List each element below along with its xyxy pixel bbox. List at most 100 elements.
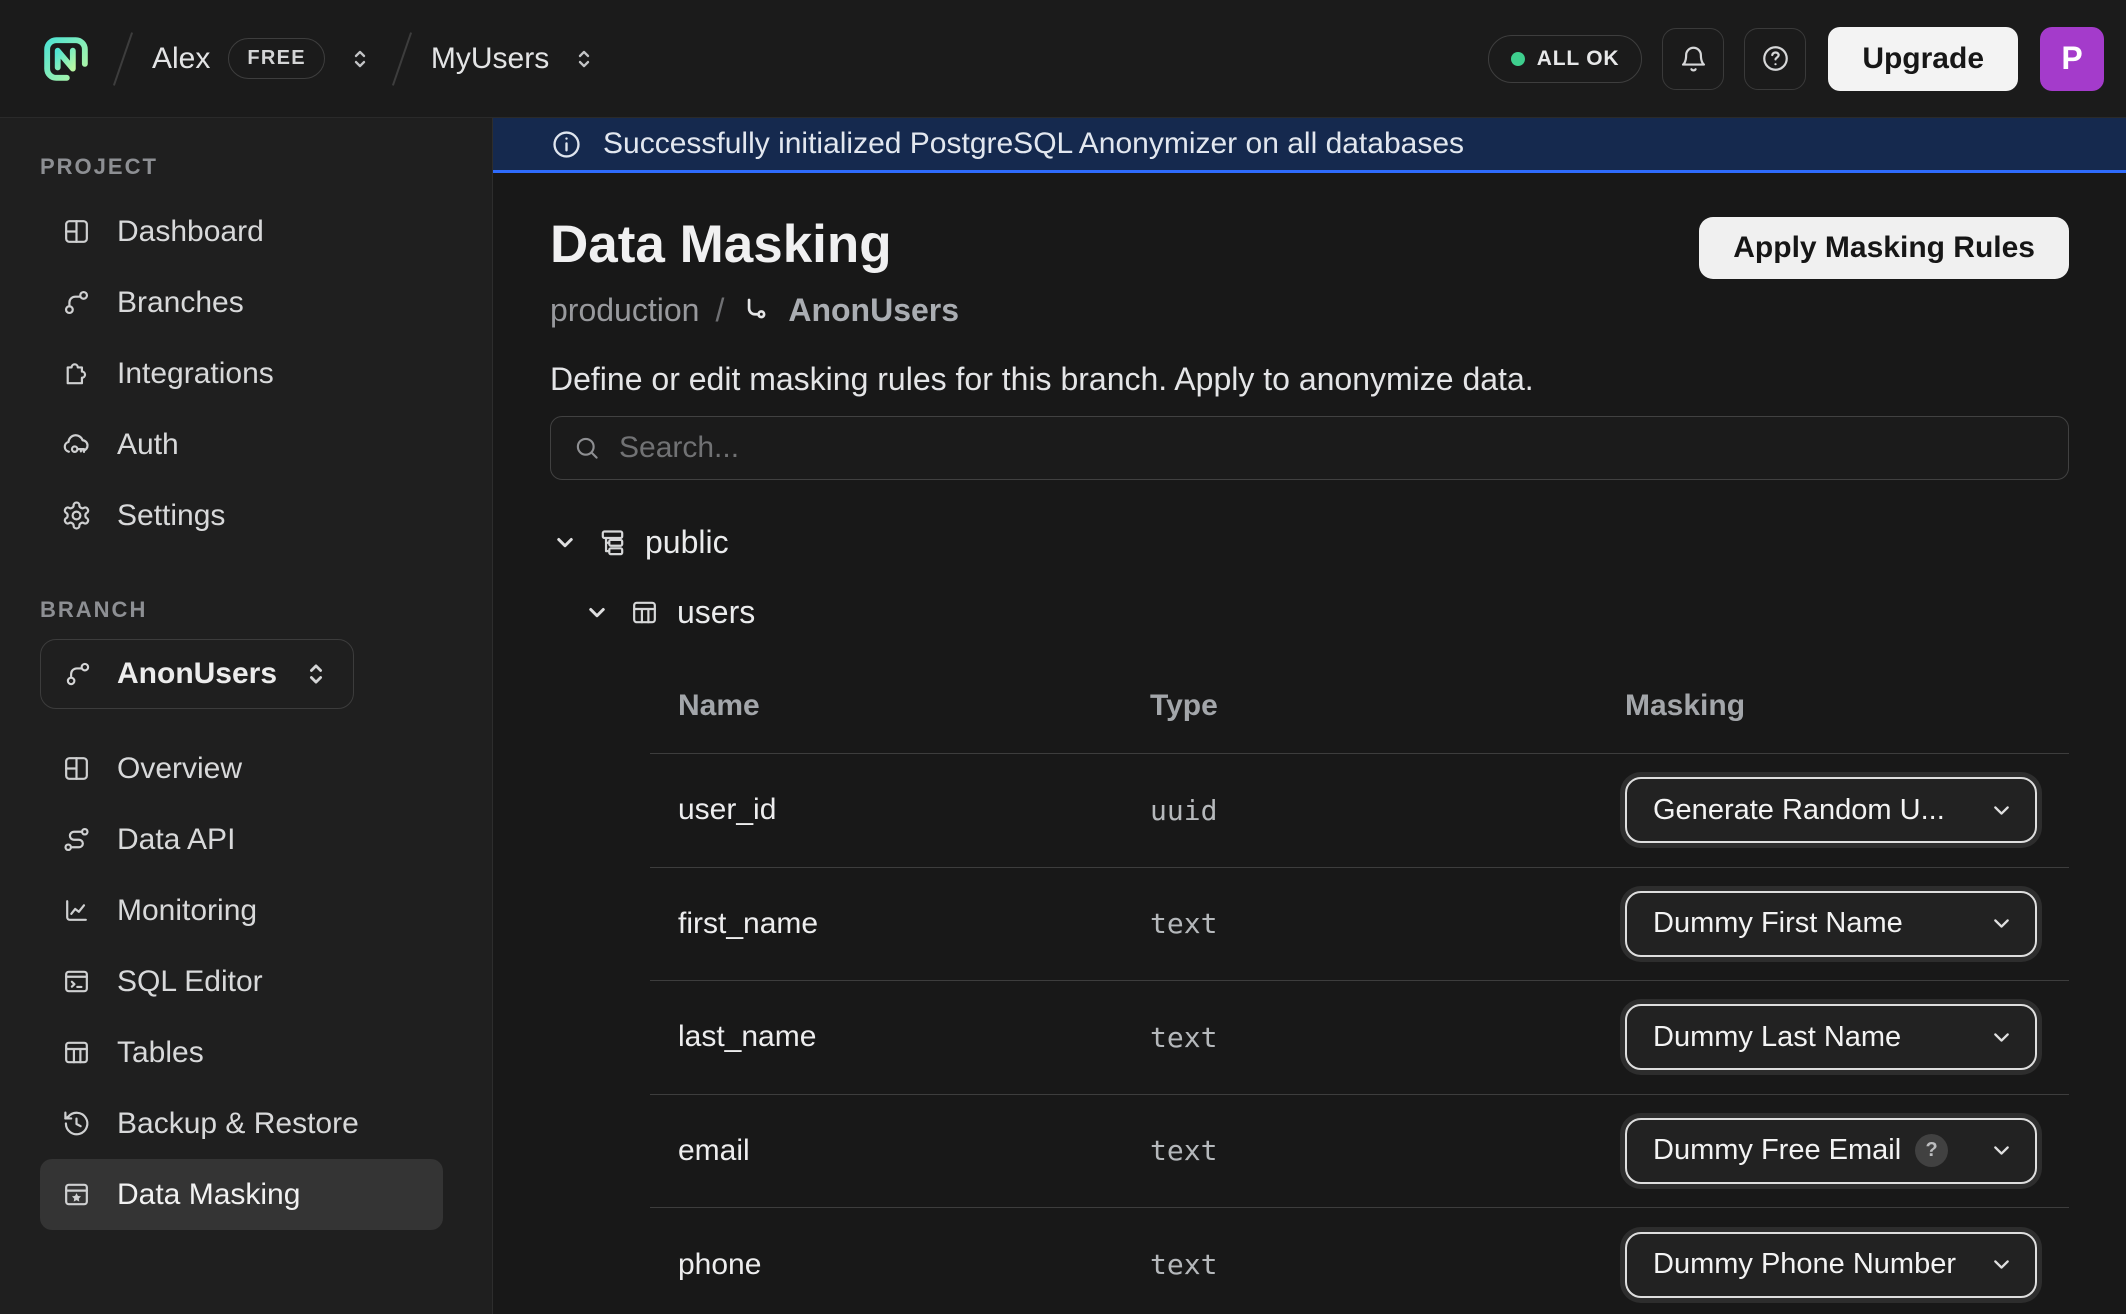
masking-select[interactable]: Dummy Free Email? bbox=[1625, 1118, 2037, 1184]
org-name: Alex bbox=[152, 42, 210, 76]
chevron-down-icon[interactable] bbox=[550, 527, 580, 557]
sidebar-item-data-masking[interactable]: Data Masking bbox=[40, 1159, 443, 1230]
notifications-button[interactable] bbox=[1662, 28, 1724, 90]
terminal-icon bbox=[61, 966, 92, 997]
sidebar-item-label: Overview bbox=[117, 752, 242, 786]
child-branch-icon bbox=[740, 294, 772, 326]
sidebar-item-label: Data Masking bbox=[117, 1178, 300, 1212]
chevrons-up-down-icon bbox=[301, 659, 331, 689]
chevrons-up-down-icon[interactable] bbox=[347, 46, 373, 72]
chevron-down-icon bbox=[1988, 797, 2015, 824]
route-icon bbox=[61, 824, 92, 855]
column-type-value: text bbox=[1150, 1021, 1625, 1054]
chevron-down-icon[interactable] bbox=[582, 597, 612, 627]
help-circle-icon bbox=[1760, 43, 1791, 74]
search-input[interactable] bbox=[619, 431, 2047, 465]
status-ok-dot-icon bbox=[1511, 52, 1525, 66]
sidebar-item-label: Auth bbox=[117, 428, 179, 462]
page-description: Define or edit masking rules for this br… bbox=[550, 361, 2069, 398]
sidebar-section-branch: BRANCH bbox=[40, 597, 492, 623]
dashboard-icon bbox=[61, 216, 92, 247]
sidebar-item-label: Backup & Restore bbox=[117, 1107, 359, 1141]
tree-node-schema[interactable]: public bbox=[550, 522, 2069, 562]
column-type-value: uuid bbox=[1150, 794, 1625, 827]
sidebar-item-branches[interactable]: Branches bbox=[40, 267, 443, 338]
branch-selector[interactable]: AnonUsers bbox=[40, 639, 354, 709]
org-switcher[interactable]: Alex FREE bbox=[152, 38, 373, 79]
sidebar-item-overview[interactable]: Overview bbox=[40, 733, 443, 804]
mask-window-icon bbox=[61, 1179, 92, 1210]
table-name: users bbox=[677, 594, 755, 631]
help-button[interactable] bbox=[1744, 28, 1806, 90]
notification-banner: Successfully initialized PostgreSQL Anon… bbox=[493, 118, 2126, 173]
chart-icon bbox=[61, 895, 92, 926]
sidebar-item-integrations[interactable]: Integrations bbox=[40, 338, 443, 409]
sidebar-item-label: Integrations bbox=[117, 357, 274, 391]
sidebar-item-label: Tables bbox=[117, 1036, 204, 1070]
sidebar-item-settings[interactable]: Settings bbox=[40, 480, 443, 551]
page-title: Data Masking bbox=[550, 215, 959, 275]
chevron-down-icon bbox=[1988, 910, 2015, 937]
avatar[interactable]: P bbox=[2040, 27, 2104, 91]
column-header-name: Name bbox=[650, 689, 1150, 723]
neon-logo-icon[interactable] bbox=[40, 32, 94, 86]
column-name-value: last_name bbox=[650, 1020, 1150, 1054]
sidebar-section-project: PROJECT bbox=[40, 154, 492, 180]
main-content: Successfully initialized PostgreSQL Anon… bbox=[493, 118, 2126, 1314]
cloud-key-icon bbox=[61, 429, 92, 460]
masking-select[interactable]: Dummy First Name bbox=[1625, 891, 2037, 957]
table-header-row: Name Type Masking bbox=[650, 658, 2069, 754]
column-header-masking: Masking bbox=[1625, 689, 2069, 723]
breadcrumb-current: AnonUsers bbox=[788, 292, 959, 329]
masking-select[interactable]: Dummy Phone Number bbox=[1625, 1232, 2037, 1298]
breadcrumb-slash bbox=[113, 32, 133, 86]
branch-icon bbox=[63, 659, 93, 689]
chevrons-up-down-icon[interactable] bbox=[571, 46, 597, 72]
schema-name: public bbox=[645, 524, 729, 561]
schema-tree: public users bbox=[550, 522, 2069, 632]
tree-node-table[interactable]: users bbox=[582, 592, 2069, 632]
breadcrumb-parent[interactable]: production bbox=[550, 292, 699, 329]
sidebar-item-backup-restore[interactable]: Backup & Restore bbox=[40, 1088, 443, 1159]
column-name-value: first_name bbox=[650, 907, 1150, 941]
chevron-down-icon bbox=[1988, 1251, 2015, 1278]
breadcrumb: production / AnonUsers bbox=[550, 291, 959, 329]
puzzle-icon bbox=[61, 358, 92, 389]
masking-select-value: Dummy Last Name bbox=[1653, 1021, 1901, 1054]
gear-icon bbox=[61, 500, 92, 531]
masking-select-value: Dummy First Name bbox=[1653, 907, 1903, 940]
project-name: MyUsers bbox=[431, 42, 549, 76]
sidebar-item-auth[interactable]: Auth bbox=[40, 409, 443, 480]
apply-masking-rules-button[interactable]: Apply Masking Rules bbox=[1699, 217, 2069, 279]
plan-badge: FREE bbox=[228, 38, 325, 79]
masking-select-value: Dummy Free Email bbox=[1653, 1134, 1901, 1167]
sidebar-item-data-api[interactable]: Data API bbox=[40, 804, 443, 875]
branch-nav: Overview Data API MonitoringSQL Editor Tabl… bbox=[40, 733, 443, 1230]
breadcrumb-slash bbox=[392, 32, 412, 86]
status-badge[interactable]: ALL OK bbox=[1488, 35, 1643, 83]
column-name-value: email bbox=[650, 1134, 1150, 1168]
chevron-down-icon bbox=[1988, 1137, 2015, 1164]
column-type-value: text bbox=[1150, 1134, 1625, 1167]
table-row: emailtextDummy Free Email? bbox=[650, 1095, 2069, 1209]
banner-message: Successfully initialized PostgreSQL Anon… bbox=[603, 127, 1464, 161]
masking-help-badge[interactable]: ? bbox=[1915, 1134, 1948, 1167]
table-row: first_nametextDummy First Name bbox=[650, 868, 2069, 982]
table-row: phonetextDummy Phone Number bbox=[650, 1208, 2069, 1314]
topbar: Alex FREE MyUsers ALL OK Upgrade P bbox=[0, 0, 2126, 118]
sidebar-item-label: Data API bbox=[117, 823, 235, 857]
sidebar: PROJECT DashboardBranches Integrations Aut… bbox=[0, 118, 493, 1314]
masking-select[interactable]: Generate Random U... bbox=[1625, 777, 2037, 843]
sidebar-item-tables[interactable]: Tables bbox=[40, 1017, 443, 1088]
branch-icon bbox=[61, 287, 92, 318]
project-nav: DashboardBranches Integrations Auth Setting… bbox=[40, 196, 443, 551]
dashboard-icon bbox=[61, 753, 92, 784]
sidebar-item-sql-editor[interactable]: SQL Editor bbox=[40, 946, 443, 1017]
table-row: last_nametext Dummy Last Name bbox=[650, 981, 2069, 1095]
sidebar-item-dashboard[interactable]: Dashboard bbox=[40, 196, 443, 267]
masking-select[interactable]: Dummy Last Name bbox=[1625, 1004, 2037, 1070]
upgrade-button[interactable]: Upgrade bbox=[1828, 27, 2018, 91]
bell-icon bbox=[1678, 43, 1709, 74]
project-switcher[interactable]: MyUsers bbox=[431, 42, 597, 76]
sidebar-item-monitoring[interactable]: Monitoring bbox=[40, 875, 443, 946]
